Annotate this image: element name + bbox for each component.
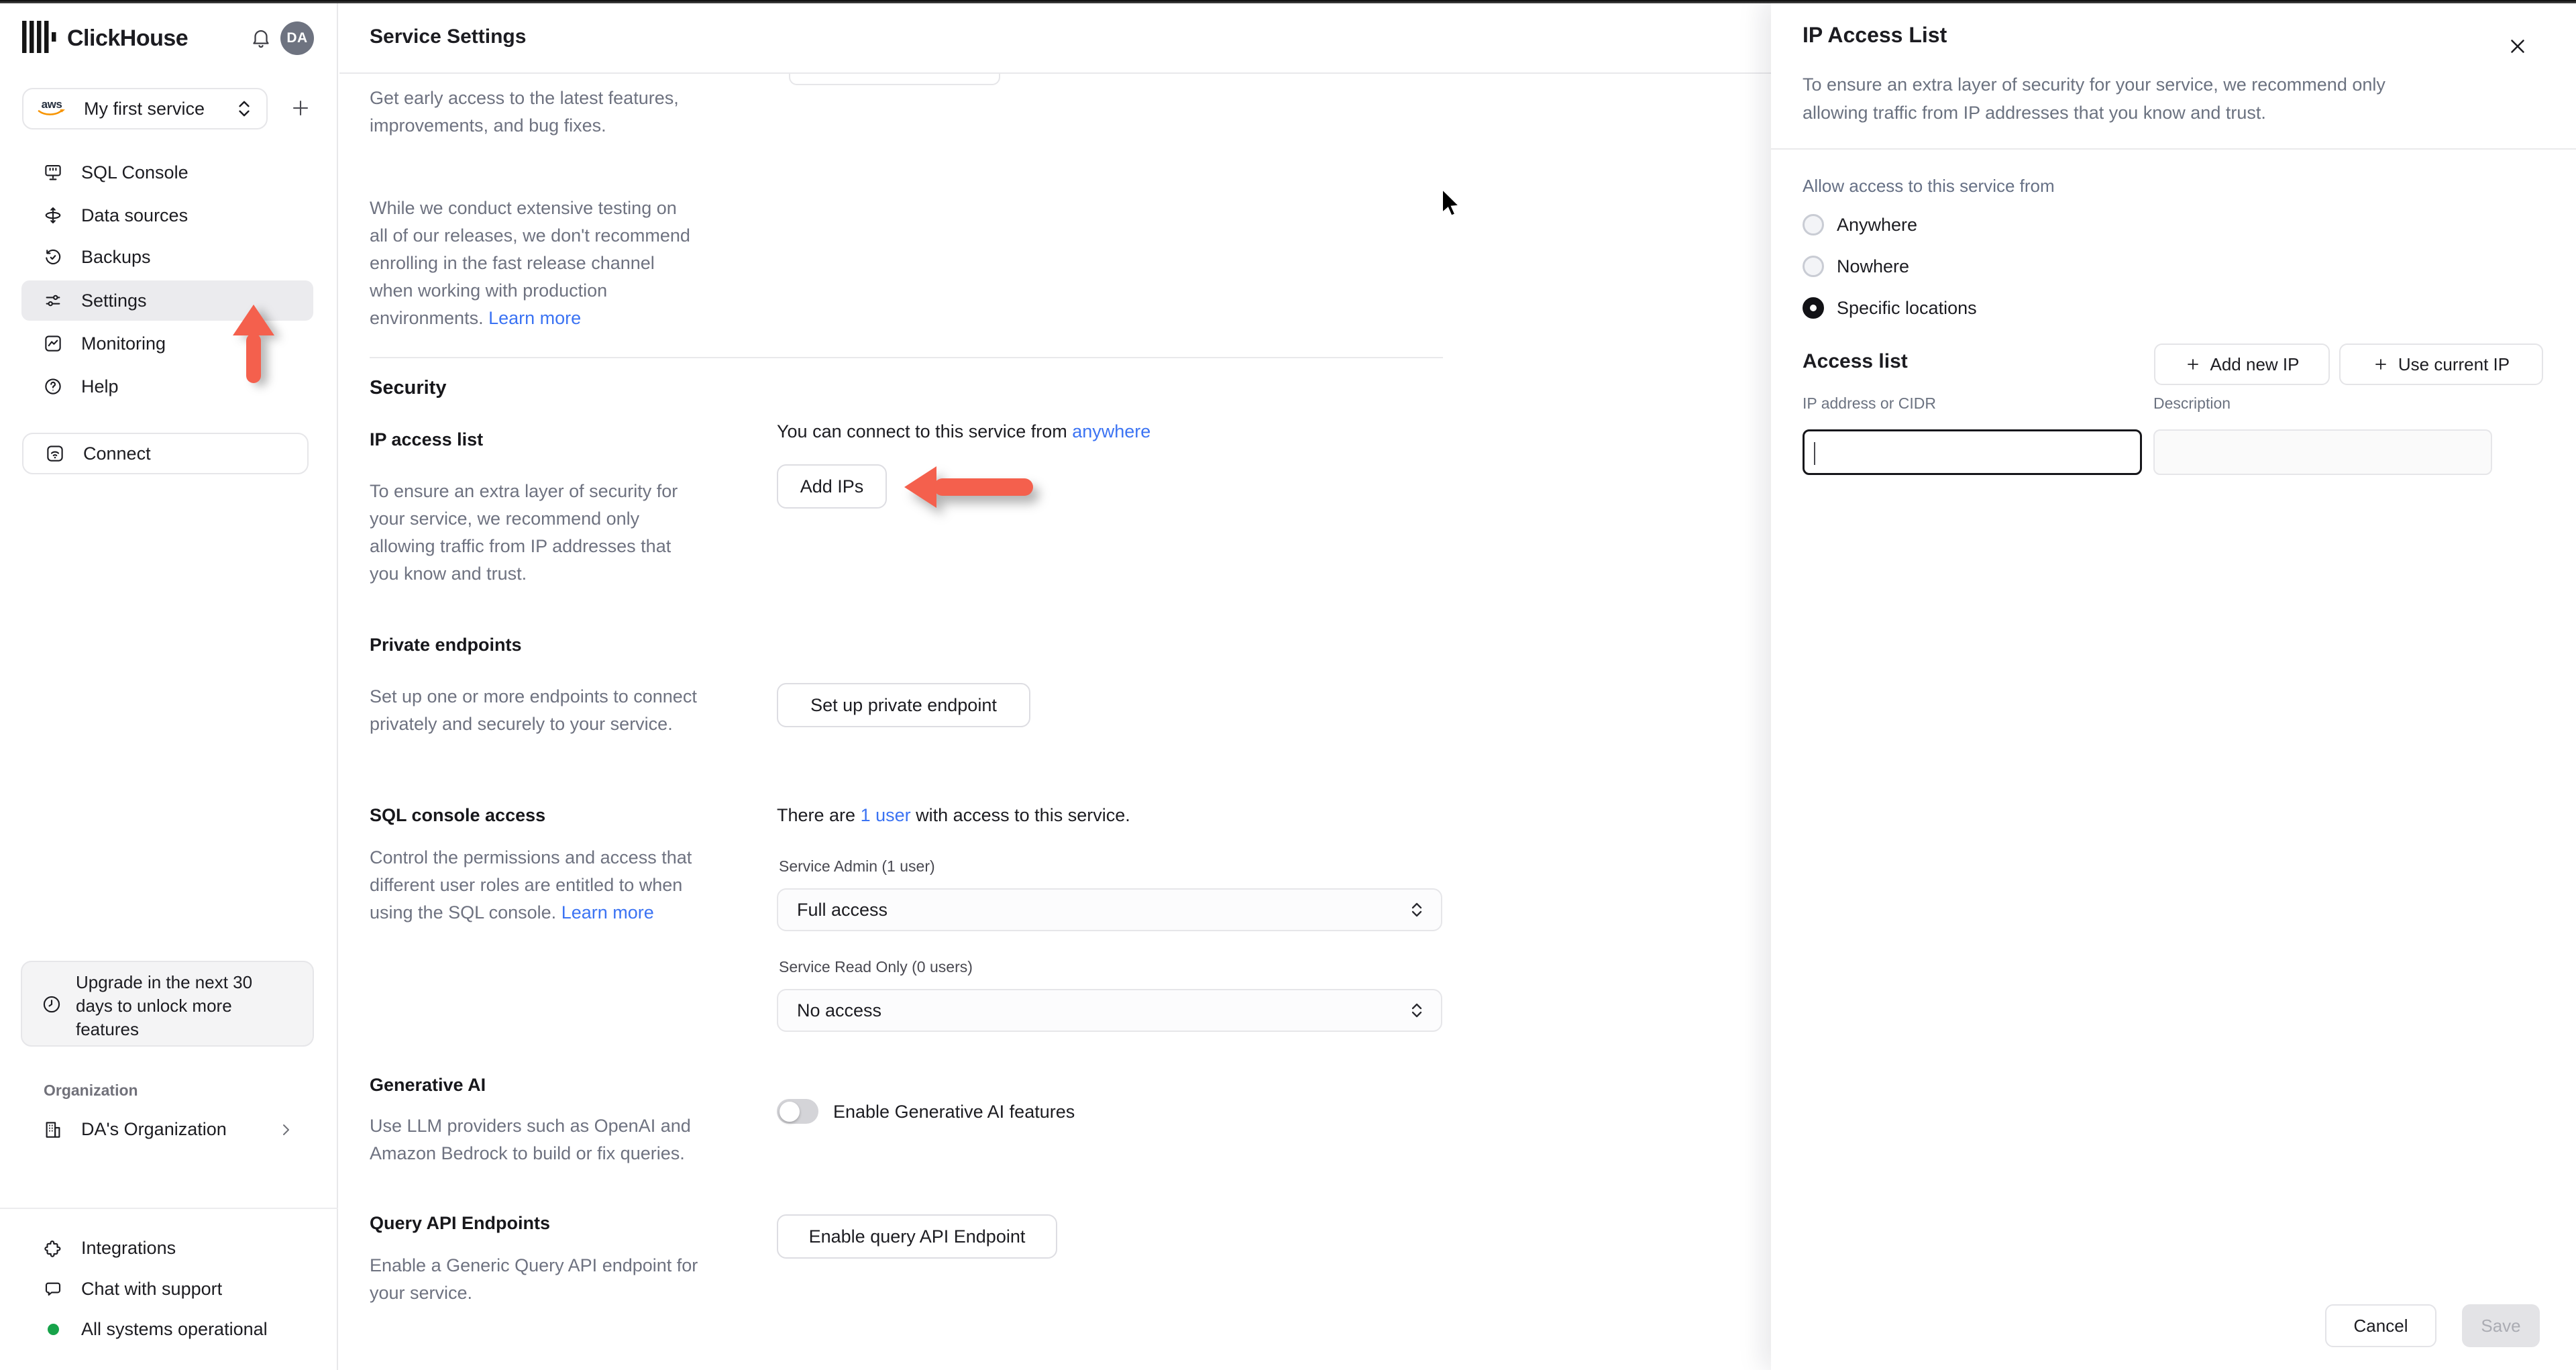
clickhouse-logo-icon	[22, 21, 57, 53]
connect-wifi-icon	[45, 443, 65, 464]
use-current-ip-button[interactable]: Use current IP	[2339, 344, 2543, 385]
drawer-title: IP Access List	[1803, 23, 1947, 47]
annotation-arrow-left	[904, 464, 1036, 510]
sidebar-item-data-sources[interactable]: Data sources	[21, 195, 313, 235]
text-cursor	[1814, 442, 1815, 465]
anywhere-link[interactable]: anywhere	[1072, 421, 1150, 441]
sidebar-divider	[0, 1208, 338, 1209]
sidebar: ClickHouse DA aws My first service SQL C…	[0, 0, 338, 1370]
chevron-up-down-icon	[1409, 1001, 1425, 1020]
building-icon	[43, 1120, 63, 1140]
add-service-button[interactable]	[290, 98, 311, 118]
description-label: Description	[2153, 394, 2231, 412]
window-top-edge	[0, 0, 2576, 3]
radio-selected-icon	[1803, 297, 1824, 319]
backups-history-icon	[43, 247, 63, 267]
cancel-button[interactable]: Cancel	[2325, 1304, 2436, 1347]
generative-ai-description: Use LLM providers such as OpenAI and Ama…	[370, 1116, 691, 1163]
release-channel-select-partial[interactable]	[789, 74, 1000, 85]
service-read-only-select[interactable]: No access	[777, 989, 1442, 1032]
sidebar-item-chat-support[interactable]: Chat with support	[43, 1279, 222, 1300]
private-endpoints-description: Set up one or more endpoints to connect …	[370, 686, 697, 734]
connect-button[interactable]: Connect	[22, 433, 309, 474]
mouse-cursor	[1441, 189, 1461, 219]
release-channel-learn-more-link[interactable]: Learn more	[488, 308, 581, 328]
description-input[interactable]	[2153, 429, 2492, 475]
sql-access-users-status: There are 1 user with access to this ser…	[777, 805, 1130, 825]
query-api-endpoints-description: Enable a Generic Query API endpoint for …	[370, 1255, 698, 1303]
ip-access-list-description: To ensure an extra layer of security for…	[370, 481, 678, 584]
data-sources-icon	[43, 205, 63, 225]
access-list-heading: Access list	[1803, 350, 1908, 372]
ip-access-list-drawer: IP Access List To ensure an extra layer …	[1771, 0, 2576, 1370]
radio-specific-locations[interactable]: Specific locations	[1803, 297, 1977, 319]
page-title: Service Settings	[370, 25, 527, 48]
aws-logo-icon: aws	[37, 99, 66, 117]
ip-address-label: IP address or CIDR	[1803, 394, 1936, 412]
avatar[interactable]: DA	[280, 21, 314, 55]
sidebar-item-organization[interactable]: DA's Organization	[43, 1119, 298, 1140]
enable-query-api-endpoint-button[interactable]: Enable query API Endpoint	[777, 1214, 1057, 1259]
sql-console-access-title: SQL console access	[370, 805, 546, 825]
generative-ai-toggle-label: Enable Generative AI features	[833, 1102, 1075, 1122]
radio-anywhere[interactable]: Anywhere	[1803, 213, 1917, 236]
brand-name: ClickHouse	[67, 25, 189, 51]
service-read-only-label: Service Read Only (0 users)	[779, 958, 973, 976]
clock-icon	[41, 994, 62, 1015]
puzzle-icon	[43, 1239, 63, 1259]
plus-icon	[2185, 356, 2201, 372]
drawer-description: To ensure an extra layer of security for…	[1803, 74, 2385, 123]
sidebar-item-sql-console[interactable]: SQL Console	[21, 152, 313, 193]
settings-sliders-icon	[43, 291, 63, 311]
ip-address-input[interactable]	[1803, 429, 2142, 475]
radio-circle-icon	[1803, 256, 1824, 277]
service-admin-label: Service Admin (1 user)	[779, 857, 935, 875]
upgrade-notice[interactable]: Upgrade in the next 30 days to unlock mo…	[21, 961, 314, 1047]
status-green-dot-icon	[43, 1324, 63, 1335]
sql-access-learn-more-link[interactable]: Learn more	[561, 902, 654, 923]
sidebar-item-integrations[interactable]: Integrations	[43, 1238, 176, 1259]
radio-nowhere[interactable]: Nowhere	[1803, 255, 1909, 278]
section-divider	[370, 357, 1443, 358]
plus-icon	[2373, 356, 2389, 372]
setup-private-endpoint-button[interactable]: Set up private endpoint	[777, 683, 1030, 727]
release-channel-para2: While we conduct extensive testing on al…	[370, 198, 690, 328]
query-api-endpoints-title: Query API Endpoints	[370, 1213, 551, 1233]
sql-console-access-description: Control the permissions and access that …	[370, 847, 692, 923]
sql-console-icon	[43, 162, 63, 182]
system-status[interactable]: All systems operational	[43, 1319, 268, 1340]
radio-circle-icon	[1803, 214, 1824, 235]
add-ips-button[interactable]: Add IPs	[777, 464, 887, 509]
close-icon[interactable]	[2506, 35, 2529, 58]
allow-access-label: Allow access to this service from	[1803, 176, 2055, 196]
generative-ai-title: Generative AI	[370, 1075, 486, 1095]
generative-ai-toggle[interactable]	[777, 1099, 818, 1124]
ip-access-list-title: IP access list	[370, 429, 484, 450]
private-endpoints-title: Private endpoints	[370, 635, 522, 655]
drawer-divider	[1771, 148, 2576, 150]
organization-section-label: Organization	[44, 1082, 138, 1099]
save-button[interactable]: Save	[2462, 1304, 2540, 1347]
service-selector-label: My first service	[84, 98, 205, 119]
release-channel-para1: Get early access to the latest features,…	[370, 88, 679, 136]
one-user-link[interactable]: 1 user	[861, 805, 911, 825]
sidebar-item-backups[interactable]: Backups	[21, 237, 313, 277]
service-admin-select[interactable]: Full access	[777, 888, 1442, 931]
upgrade-notice-text: Upgrade in the next 30 days to unlock mo…	[76, 972, 253, 1039]
annotation-arrow-up	[232, 305, 275, 384]
chevron-right-icon	[278, 1122, 294, 1138]
help-icon	[43, 376, 63, 397]
service-selector[interactable]: aws My first service	[22, 88, 268, 129]
ip-access-status: You can connect to this service from any…	[777, 421, 1151, 441]
chevron-up-down-icon	[1409, 900, 1425, 919]
notifications-bell-icon[interactable]	[250, 27, 272, 50]
monitoring-chart-icon	[43, 333, 63, 354]
chevron-up-down-icon	[235, 99, 253, 119]
chat-bubble-icon	[43, 1279, 63, 1300]
add-new-ip-button[interactable]: Add new IP	[2154, 344, 2330, 385]
security-heading: Security	[370, 377, 447, 399]
